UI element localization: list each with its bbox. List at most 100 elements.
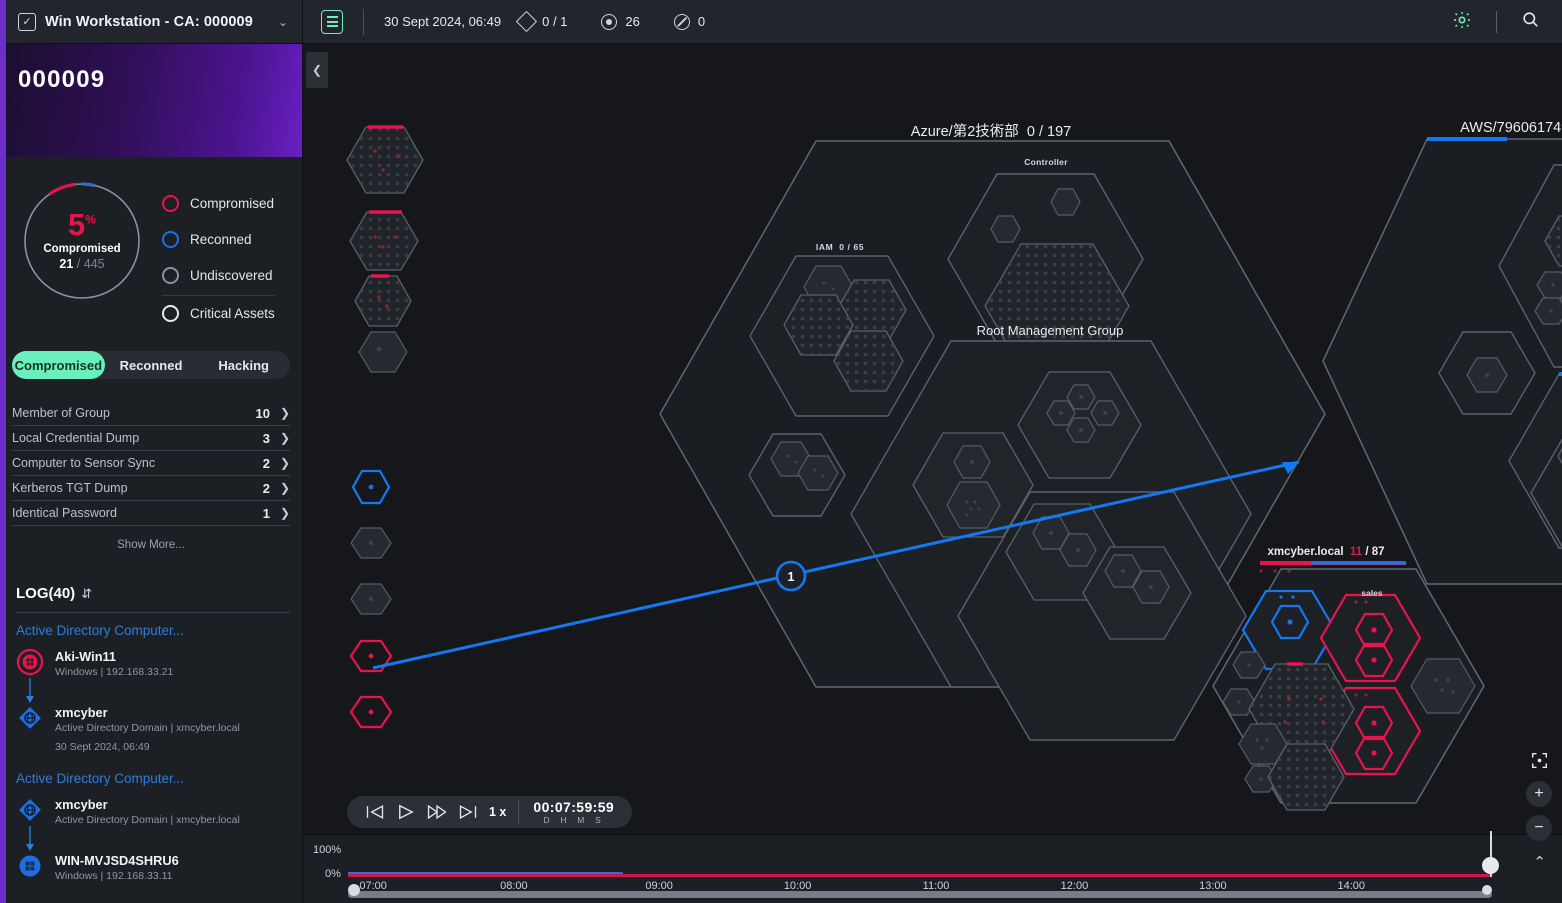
metric-value: 0 (697, 14, 706, 29)
tab-hacking[interactable]: Hacking (197, 351, 290, 379)
timeline-cursor-handle[interactable] (1482, 857, 1499, 874)
log-timestamp: 30 Sept 2024, 06:49 (55, 741, 150, 753)
brand-accent-strip (0, 0, 6, 903)
windows-host-icon (16, 648, 44, 676)
reconned-dot-icon (162, 230, 179, 248)
technique-count: 10 (255, 405, 270, 421)
log-entry[interactable]: xmcyber Active Directory Domain | xmcybe… (16, 704, 302, 734)
summary-section: 5% Compromised 21 / 445 Compromised Reco… (0, 157, 302, 343)
legend-item-compromised[interactable]: Compromised (162, 185, 275, 221)
legend-item-reconned[interactable]: Reconned (162, 221, 275, 257)
canvas-view-controls: + − (1526, 747, 1552, 841)
chevron-right-icon[interactable]: ❯ (270, 431, 290, 445)
list-item[interactable]: Member of Group 10 ❯ (12, 401, 290, 426)
attack-step-badge: 1 (788, 570, 795, 584)
divider (363, 8, 364, 35)
elapsed-time-value: 00:07:59:59 (533, 799, 615, 815)
play-icon[interactable] (390, 799, 421, 825)
tab-reconned[interactable]: Reconned (105, 351, 198, 379)
chevron-right-icon[interactable]: ❯ (270, 406, 290, 420)
ad-domain-icon (16, 796, 44, 824)
legend-label: Reconned (190, 231, 252, 247)
chevron-up-icon[interactable]: ⌃ (1533, 853, 1546, 871)
log-entry-name: Aki-Win11 (55, 649, 117, 664)
metric-targets[interactable]: 26 (601, 13, 640, 30)
metric-blocked[interactable]: 0 (673, 13, 706, 30)
log-list[interactable]: Active Directory Computer... Aki-Win11 W… (0, 612, 302, 903)
metric-critical-assets[interactable]: 0 / 1 (516, 10, 568, 33)
percent-sign: % (85, 212, 96, 227)
zoom-in-icon[interactable]: + (1526, 781, 1552, 807)
list-item[interactable]: Kerberos TGT Dump 2 ❯ (12, 476, 290, 501)
legend-label: Critical Assets (190, 306, 275, 321)
timeline-panel[interactable]: 100% 0% 07:00 08:00 09:00 10:00 11:00 12… (303, 831, 1562, 903)
skip-back-icon[interactable] (359, 799, 390, 825)
timeline-range-handle-left[interactable] (348, 884, 360, 896)
legend-label: Undiscovered (190, 267, 273, 283)
chevron-left-icon: ❮ (311, 63, 323, 77)
legend-label: Compromised (190, 195, 275, 211)
technique-count: 2 (262, 480, 270, 496)
search-icon[interactable] (1521, 10, 1540, 34)
checkbox-checked-icon[interactable]: ✓ (18, 12, 36, 31)
technique-count: 2 (262, 455, 270, 471)
cluster-label-root-management-group: Root Management Group (976, 323, 1124, 338)
undiscovered-dot-icon (162, 266, 179, 284)
entity-title: Win Workstation - CA: 000009 (45, 13, 253, 30)
technique-name: Computer to Sensor Sync (12, 456, 156, 470)
metric-value: 0 / 1 (542, 14, 568, 29)
fit-to-screen-icon[interactable] (1526, 747, 1552, 773)
timeline-range-handle-right[interactable] (1482, 885, 1492, 895)
gear-icon[interactable] (1452, 10, 1472, 34)
playback-speed[interactable]: 1 x (483, 805, 518, 819)
log-entry-sub: Active Directory Domain | xmcyber.local (55, 722, 240, 734)
log-entry-sub: Active Directory Domain | xmcyber.local (55, 814, 240, 826)
show-more-button[interactable]: Show More... (12, 539, 290, 551)
report-document-icon[interactable] (321, 9, 343, 34)
list-item[interactable]: Local Credential Dump 3 ❯ (12, 426, 290, 451)
blocked-icon (673, 13, 690, 30)
compromised-count: 21 (59, 257, 74, 272)
sidebar-collapse-button[interactable]: ❮ (306, 52, 328, 88)
cluster-label-controller: Controller (1024, 157, 1068, 167)
graph-svg: .hx-out { fill:#1a1d22; stroke:#5f6874; … (346, 125, 1562, 811)
elapsed-time-units: D H M S (543, 815, 605, 825)
sidebar-header[interactable]: ✓ Win Workstation - CA: 000009 ⌄ (0, 0, 302, 44)
zoom-out-icon[interactable]: − (1526, 815, 1552, 841)
chevron-right-icon[interactable]: ❯ (270, 481, 290, 495)
legend-item-critical-assets[interactable]: Critical Assets (162, 295, 275, 331)
sort-descending-icon[interactable]: ⇵ (81, 586, 92, 602)
attack-graph-canvas[interactable]: .hx-out { fill:#1a1d22; stroke:#5f6874; … (303, 44, 1562, 834)
log-entry[interactable]: xmcyber Active Directory Domain | xmcybe… (16, 796, 302, 826)
windows-host-icon (16, 852, 44, 880)
technique-list: Member of Group 10 ❯ Local Credential Du… (12, 401, 290, 551)
timeline-scrollbar[interactable] (348, 884, 1492, 898)
list-item[interactable]: Active Directory Computer... xmcyber Act… (16, 771, 302, 882)
legend-item-undiscovered[interactable]: Undiscovered (162, 257, 275, 293)
elapsed-time: 00:07:59:59 D H M S (519, 799, 628, 825)
skip-forward-icon[interactable] (452, 799, 483, 825)
scenario-date: 30 Sept 2024, 06:49 (384, 14, 502, 29)
ad-domain-icon (16, 704, 44, 732)
tab-compromised[interactable]: Compromised (12, 351, 105, 379)
chevron-right-icon[interactable]: ❯ (270, 506, 290, 520)
log-entry[interactable]: WIN-MVJSD4SHRU6 Windows | 192.168.33.11 (16, 852, 302, 882)
chevron-down-icon[interactable]: ⌄ (278, 15, 292, 29)
list-item[interactable]: Active Directory Computer... Aki-Win11 W… (16, 623, 302, 753)
log-title: LOG(40) (16, 585, 76, 602)
step-forward-icon[interactable] (421, 799, 452, 825)
list-item[interactable]: Identical Password 1 ❯ (12, 501, 290, 526)
entity-id: 000009 (18, 66, 106, 93)
series-reconned-line (348, 872, 623, 874)
y-axis-tick-100: 100% (313, 844, 342, 856)
log-group-title: Active Directory Computer... (16, 623, 185, 638)
technique-count: 3 (262, 430, 270, 446)
list-item[interactable]: Computer to Sensor Sync 2 ❯ (12, 451, 290, 476)
log-entry[interactable]: Aki-Win11 Windows | 192.168.33.21 (16, 648, 302, 678)
chevron-right-icon[interactable]: ❯ (270, 456, 290, 470)
donut-caption: Compromised (43, 243, 121, 256)
compromised-dot-icon (162, 194, 179, 212)
cluster-label-xmcyber-local: xmcyber.local 11 / 87 (1267, 546, 1385, 558)
log-header: LOG(40) ⇵ (16, 585, 302, 602)
